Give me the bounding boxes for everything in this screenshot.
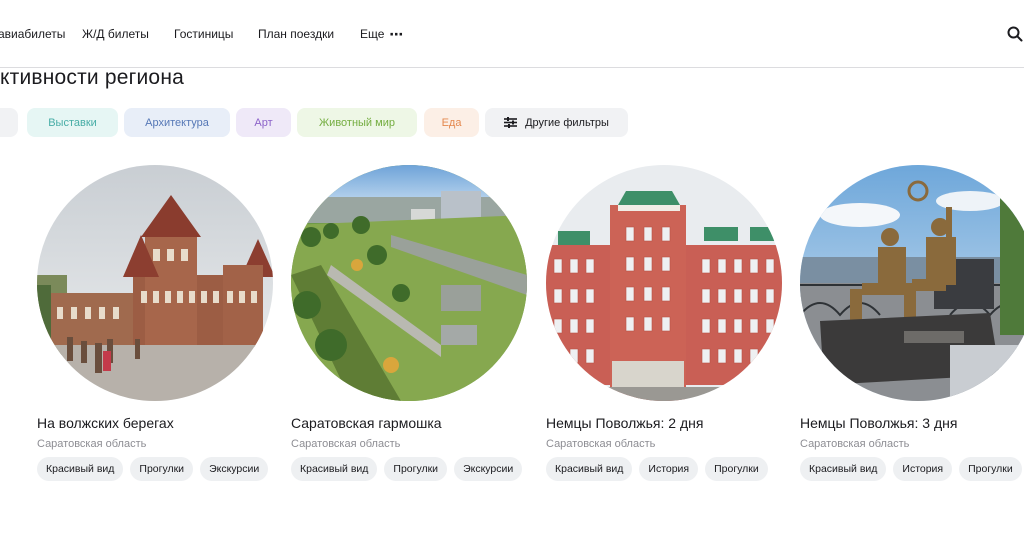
search-icon[interactable] [1006, 25, 1024, 43]
card-tags: Красивый вид История Прогулки [546, 457, 768, 481]
card-region: Саратовская область [800, 438, 910, 450]
tag[interactable]: История [639, 457, 699, 481]
card-title[interactable]: Саратовская гармошка [291, 415, 442, 431]
nav-avia-tickets[interactable]: авиабилеты [0, 27, 65, 41]
section-title: ктивности региона [0, 66, 184, 89]
tag[interactable]: Прогулки [705, 457, 768, 481]
card-region: Саратовская область [291, 438, 401, 450]
filter-chip-partial[interactable] [0, 108, 18, 137]
nav-more[interactable]: Еще ⋯ [360, 27, 403, 41]
tag[interactable]: Красивый вид [546, 457, 633, 481]
tag[interactable]: Прогулки [384, 457, 448, 481]
filter-chip-architecture[interactable]: Архитектура [124, 108, 230, 137]
card-region: Саратовская область [37, 438, 147, 450]
card-tags: Красивый вид Прогулки Экскурсии [291, 457, 523, 481]
tag[interactable]: Красивый вид [800, 457, 887, 481]
card-image-park[interactable] [291, 165, 527, 401]
filter-chip-animals[interactable]: Животный мир [297, 108, 417, 137]
card-image-monument[interactable] [800, 165, 1024, 401]
nav-more-label: Еще [360, 27, 385, 41]
tag[interactable]: Экскурсии [454, 457, 523, 481]
card-image-conservatory[interactable] [37, 165, 273, 401]
nav-train-tickets[interactable]: Ж/Д билеты [82, 27, 149, 41]
tag[interactable]: Экскурсии [200, 457, 269, 481]
more-dots-icon: ⋯ [389, 26, 404, 42]
other-filters-button[interactable]: Другие фильтры [485, 108, 628, 137]
nav-hotels[interactable]: Гостиницы [174, 27, 233, 41]
card-title[interactable]: Немцы Поволжья: 3 дня [800, 415, 957, 431]
tag[interactable]: Красивый вид [37, 457, 124, 481]
tag[interactable]: История [893, 457, 953, 481]
card-title[interactable]: Немцы Поволжья: 2 дня [546, 415, 703, 431]
filter-chip-food[interactable]: Еда [424, 108, 479, 137]
other-filters-label: Другие фильтры [525, 116, 609, 129]
card-image-university[interactable] [546, 165, 782, 401]
tag[interactable]: Красивый вид [291, 457, 378, 481]
nav-trip-plan[interactable]: План поездки [258, 27, 334, 41]
filters-icon [504, 117, 518, 128]
tag[interactable]: Прогулки [959, 457, 1022, 481]
card-region: Саратовская область [546, 438, 656, 450]
filter-chip-art[interactable]: Арт [236, 108, 291, 137]
card-title[interactable]: На волжских берегах [37, 415, 174, 431]
top-navigation: авиабилеты Ж/Д билеты Гостиницы План пое… [0, 0, 1024, 68]
filter-chip-exhibitions[interactable]: Выставки [27, 108, 118, 137]
card-tags: Красивый вид История Прогулки [800, 457, 1022, 481]
tag[interactable]: Прогулки [130, 457, 194, 481]
card-tags: Красивый вид Прогулки Экскурсии [37, 457, 269, 481]
